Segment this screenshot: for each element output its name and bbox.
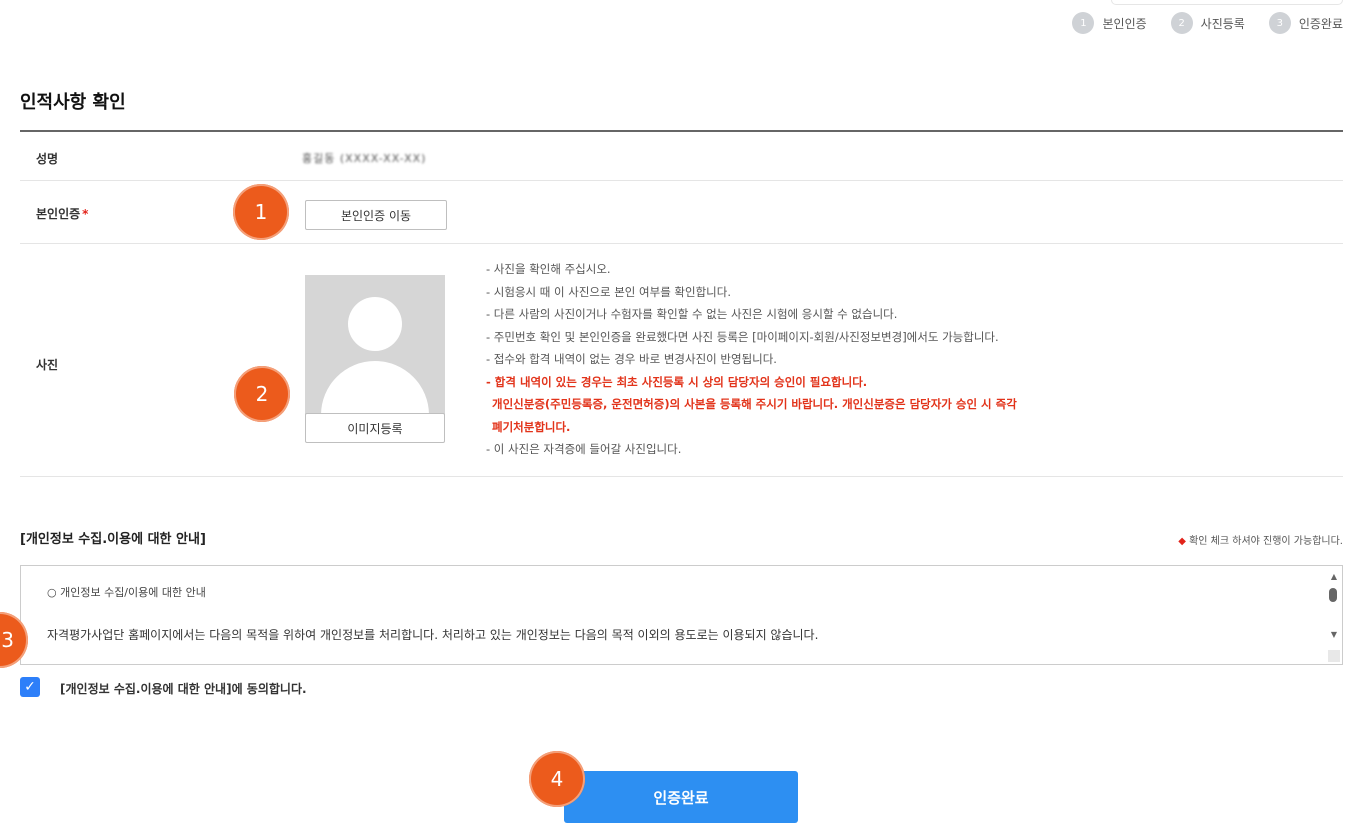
callout-badge: 4 [529, 751, 585, 807]
note-item: - 접수와 합격 내역이 없는 경우 바로 변경사진이 반영됩니다. [486, 352, 777, 366]
checkmark-icon: ✓ [24, 679, 36, 695]
note-item: - 시험응시 때 이 사진으로 본인 여부를 확인합니다. [486, 284, 731, 299]
avatar-body-icon [321, 361, 429, 415]
row-divider [20, 180, 1343, 181]
agree-checkbox[interactable]: ✓ [20, 677, 40, 697]
scroll-thumb[interactable] [1329, 588, 1337, 602]
row-divider [20, 476, 1343, 477]
privacy-box-heading: ○ 개인정보 수집/이용에 대한 안내 [47, 586, 206, 599]
privacy-section-title: [개인정보 수집.이용에 대한 안내] [20, 532, 206, 547]
name-label: 성명 [36, 152, 59, 166]
step-label: 인증완료 [1298, 16, 1343, 31]
row-divider [20, 243, 1343, 244]
photo-notes: - 사진을 확인해 주십시오. - 시험응시 때 이 사진으로 본인 여부를 확… [486, 258, 1017, 461]
step-label: 본인인증 [1102, 16, 1147, 31]
verify-button[interactable]: 본인인증 이동 [305, 200, 447, 230]
page-title: 인적사항 확인 [20, 92, 126, 113]
step-indicator: 1 본인인증 2 사진등록 3 인증완료 [1072, 12, 1343, 34]
scroll-down-icon[interactable]: ▼ [1331, 630, 1337, 639]
step-2: 2 사진등록 [1170, 12, 1245, 34]
note-item: - 주민번호 확인 및 본인인증을 완료했다면 사진 등록은 [마이페이지-회원… [486, 329, 999, 344]
agree-label[interactable]: [개인정보 수집.이용에 대한 안내]에 동의합니다. [60, 680, 307, 697]
complete-verification-button[interactable]: 인증완료 [564, 771, 798, 823]
privacy-box-text: 자격평가사업단 홈페이지에서는 다음의 목적을 위하여 개인정보를 처리합니다.… [47, 628, 819, 642]
step-number: 3 [1268, 12, 1291, 34]
note-item: - 이 사진은 자격증에 들어갈 사진입니다. [486, 442, 682, 456]
photo-placeholder [305, 275, 445, 415]
avatar-head-icon [348, 297, 402, 351]
top-dropdown-edge [1111, 0, 1343, 5]
photo-label: 사진 [36, 358, 59, 372]
title-divider [20, 130, 1343, 132]
verify-label-text: 본인인증 [36, 207, 81, 221]
note-item: - 다른 사람의 사진이거나 수험자를 확인할 수 없는 사진은 시험에 응시할… [486, 307, 898, 321]
step-number: 1 [1072, 12, 1095, 34]
diamond-icon: ◆ [1178, 536, 1186, 547]
privacy-note-text: 확인 체크 하셔야 진행이 가능합니다. [1189, 536, 1343, 547]
note-item-warning: - 합격 내역이 있는 경우는 최초 사진등록 시 상의 담당자의 승인이 필요… [486, 374, 868, 389]
callout-badge: 2 [234, 366, 290, 422]
privacy-textarea[interactable]: ○ 개인정보 수집/이용에 대한 안내 자격평가사업단 홈페이지에서는 다음의 … [20, 565, 1343, 665]
callout-badge: 1 [233, 184, 289, 240]
note-item-warning: 개인신분증(주민등록증, 운전면허증)의 사본을 등록해 주시기 바랍니다. 개… [492, 397, 1017, 411]
required-mark: * [82, 207, 89, 221]
name-value: 홍길동 (XXXX-XX-XX) [302, 152, 427, 165]
step-number: 2 [1170, 12, 1193, 34]
verify-label: 본인인증 * [36, 205, 88, 222]
image-upload-button[interactable]: 이미지등록 [305, 413, 445, 443]
step-1: 1 본인인증 [1072, 12, 1147, 34]
scroll-up-icon[interactable]: ▲ [1331, 572, 1337, 581]
resize-grip-icon[interactable] [1328, 650, 1340, 662]
step-label: 사진등록 [1200, 16, 1245, 31]
step-3: 3 인증완료 [1268, 12, 1343, 34]
privacy-required-note: ◆ 확인 체크 하셔야 진행이 가능합니다. [1178, 532, 1343, 547]
note-item-warning: 폐기처분합니다. [492, 419, 571, 434]
note-item: - 사진을 확인해 주십시오. [486, 262, 611, 276]
